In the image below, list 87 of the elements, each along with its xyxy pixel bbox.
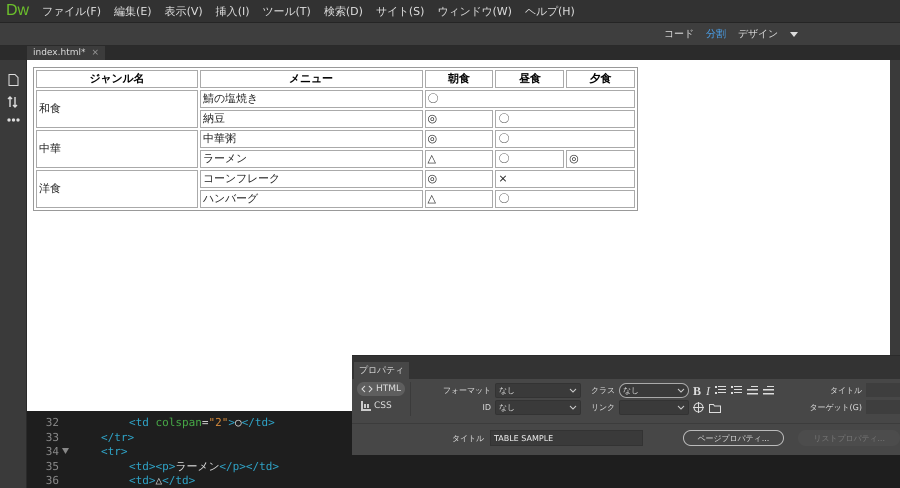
list-icon[interactable] [731, 386, 742, 395]
code-line: </tr> [100, 430, 134, 444]
properties-button[interactable]: ページプロパティ... [682, 430, 784, 446]
menu-item[interactable]: ヘルプ(H) [524, 4, 575, 19]
format-select[interactable]: なし [495, 383, 581, 398]
table-cell: 〇 [424, 90, 635, 108]
grid-icon [361, 401, 371, 411]
field-label: ターゲット(G) [810, 402, 862, 412]
view-tab[interactable]: デザイン [738, 27, 778, 42]
table-cell: 洋食 [36, 170, 198, 208]
close-button[interactable]: × [91, 48, 100, 58]
document-tab[interactable]: index.html* × [27, 46, 106, 60]
table-header: メニュー [200, 70, 423, 88]
table-cell: 〇 [495, 190, 635, 208]
table-cell: 中華 [36, 130, 198, 168]
menu-item[interactable]: ツール(T) [262, 4, 311, 19]
field-label: フォーマット [442, 385, 491, 396]
chevron-icon [569, 405, 577, 410]
italic-button[interactable]: I [706, 384, 710, 396]
table-cell: ハンバーグ [200, 190, 423, 208]
table-cell: 〇 [495, 110, 635, 128]
table-header: 昼食 [495, 70, 564, 88]
chevron-icon [677, 405, 685, 410]
list-icon[interactable] [715, 386, 726, 395]
menu-item[interactable]: 編集(E) [114, 4, 152, 19]
line-number: 34 [44, 445, 59, 458]
table-cell: ◎ [424, 110, 494, 128]
table-cell: 納豆 [200, 110, 423, 128]
chevron-icon [569, 388, 577, 393]
indent-icon[interactable] [763, 386, 774, 395]
code-line: <td colspan="2">○</td> [128, 416, 275, 430]
field-label: ID [481, 403, 491, 412]
mode-toggle[interactable]: CSS [357, 399, 405, 413]
field-label: クラス [590, 385, 615, 396]
line-number: 33 [44, 430, 59, 444]
code-brackets-icon [361, 385, 373, 393]
outdent-icon[interactable] [747, 386, 758, 395]
table-header: 朝食 [424, 70, 494, 88]
class-select[interactable]: なし [619, 383, 689, 398]
bold-button[interactable]: B [693, 384, 702, 396]
app-logo: Dw [6, 2, 30, 20]
folder-icon[interactable] [709, 402, 721, 412]
target-icon[interactable] [693, 402, 704, 413]
code-line: <td>△</td> [128, 474, 196, 488]
field-label: リンク [590, 402, 615, 413]
menu-item[interactable]: ウィンドウ(W) [437, 4, 512, 19]
table-cell: 中華粥 [200, 130, 423, 148]
link-field[interactable] [619, 400, 689, 415]
chevron-icon [677, 388, 685, 393]
menu-item[interactable]: ファイル(F) [42, 4, 102, 19]
panel-tab[interactable]: プロパティ [354, 362, 409, 379]
line-number: 35 [44, 460, 59, 473]
table-cell: ラーメン [200, 150, 423, 168]
caret-icon[interactable] [790, 32, 798, 37]
table-cell: △ [424, 190, 494, 208]
table-cell: △ [424, 150, 494, 168]
code-line: <td><p>ラーメン</p></td> [128, 458, 279, 474]
sort-arrows-icon[interactable] [7, 96, 19, 108]
table-cell: 鯖の塩焼き [200, 90, 423, 108]
id-select[interactable]: なし [495, 400, 581, 415]
table-cell: 〇 [495, 130, 635, 148]
mode-toggle[interactable]: HTML [357, 382, 405, 396]
table-header: ジャンル名 [36, 70, 198, 88]
table-cell: ◎ [566, 150, 635, 168]
view-tab[interactable]: 分割 [706, 27, 726, 42]
menu-item[interactable]: 表示(V) [164, 4, 203, 19]
field-label: タイトル [829, 384, 862, 396]
fold-arrow-icon[interactable] [62, 448, 69, 454]
field-label: タイトル [452, 432, 484, 444]
table-cell: 〇 [495, 150, 564, 168]
table-cell: ◎ [424, 170, 494, 188]
file-icon[interactable] [8, 74, 18, 86]
table-cell: コーンフレーク [200, 170, 423, 188]
tab-label: index.html* [33, 48, 86, 58]
table-cell: × [495, 170, 635, 188]
line-number: 36 [44, 474, 59, 488]
view-tab[interactable]: コード [664, 27, 694, 42]
title-input[interactable]: TABLE SAMPLE [490, 430, 643, 446]
table-cell: 和食 [36, 90, 198, 128]
menu-item[interactable]: 検索(D) [324, 4, 363, 19]
more-icon[interactable] [6, 118, 20, 122]
table-header: 夕食 [566, 70, 635, 88]
line-number: 32 [44, 416, 59, 430]
menu-item[interactable]: 挿入(I) [216, 4, 250, 19]
code-line: <tr> [100, 445, 128, 458]
table-cell: ◎ [424, 130, 494, 148]
menu-item[interactable]: サイト(S) [376, 4, 424, 19]
